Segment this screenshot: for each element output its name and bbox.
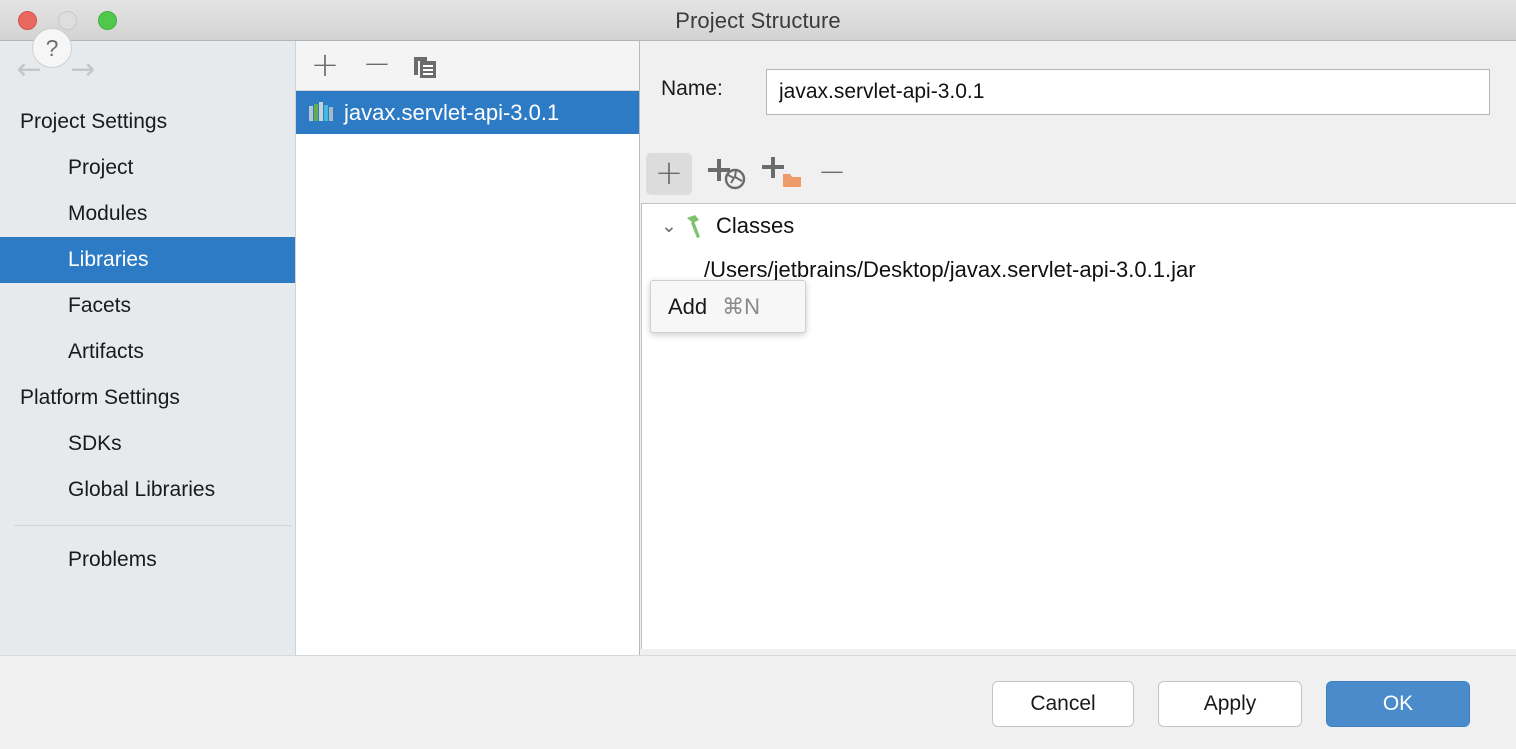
settings-sidebar: ← → Project Settings Project Modules Lib… [0, 41, 296, 655]
library-icon [309, 101, 333, 121]
apply-button[interactable]: Apply [1158, 681, 1302, 727]
list-item-label: javax.servlet-api-3.0.1 [344, 99, 560, 125]
dialog-body: ← → Project Settings Project Modules Lib… [0, 41, 1516, 655]
popup-menu-item-add[interactable]: Add [668, 294, 707, 320]
copy-icon[interactable] [406, 47, 446, 85]
classes-hammer-icon [682, 213, 712, 239]
ok-button[interactable]: OK [1326, 681, 1470, 727]
add-popup-menu[interactable]: Add ⌘N [650, 280, 806, 333]
title-bar: Project Structure [0, 0, 1516, 41]
remove-library-button[interactable]: − [357, 47, 397, 85]
add-directory-icon[interactable] [757, 153, 805, 195]
library-roots-toolbar: + − [641, 153, 1516, 203]
tree-node-classes-label: Classes [716, 213, 795, 238]
sidebar-item-facets[interactable]: Facets [0, 283, 295, 329]
forward-arrow-icon[interactable]: → [63, 55, 103, 87]
sidebar-item-modules[interactable]: Modules [0, 191, 295, 237]
sidebar-item-sdks[interactable]: SDKs [0, 421, 295, 467]
sidebar-group-project-settings: Project Settings [20, 110, 168, 133]
sidebar-divider [14, 525, 292, 526]
sidebar-item-project[interactable]: Project [0, 145, 295, 191]
add-root-button[interactable]: + [646, 153, 692, 195]
window-title: Project Structure [675, 8, 841, 33]
remove-root-button[interactable]: − [811, 153, 853, 195]
name-label: Name: [661, 77, 723, 100]
sidebar-item-libraries[interactable]: Libraries [0, 237, 295, 283]
cancel-button[interactable]: Cancel [992, 681, 1134, 727]
add-from-maven-icon[interactable] [703, 153, 751, 195]
sidebar-item-global-libraries[interactable]: Global Libraries [0, 467, 295, 513]
sidebar-group-platform-settings: Platform Settings [20, 386, 180, 409]
list-item[interactable]: javax.servlet-api-3.0.1 [296, 91, 639, 134]
library-roots-tree[interactable]: ⌄ Classes /Users/jetbrains/Desktop/javax… [641, 203, 1516, 649]
library-list-toolbar: + − [296, 41, 639, 91]
sidebar-item-problems[interactable]: Problems [0, 537, 295, 583]
project-structure-dialog: Project Structure ← → Project Settings P… [0, 0, 1516, 749]
popup-menu-item-add-shortcut: ⌘N [722, 293, 761, 319]
help-button[interactable]: ? [32, 28, 72, 68]
add-library-button[interactable]: + [305, 47, 345, 85]
tree-node-classes[interactable]: ⌄ Classes [642, 204, 1516, 248]
sidebar-item-artifacts[interactable]: Artifacts [0, 329, 295, 375]
library-list-panel: + − javax.servlet-api-3.0.1 [296, 41, 640, 655]
library-detail-panel: Name: + [641, 41, 1516, 655]
name-input[interactable] [766, 69, 1490, 115]
name-row: Name: [641, 69, 1516, 115]
sidebar-list: Project Settings Project Modules Librari… [0, 99, 295, 583]
chevron-down-icon[interactable]: ⌄ [656, 216, 682, 236]
